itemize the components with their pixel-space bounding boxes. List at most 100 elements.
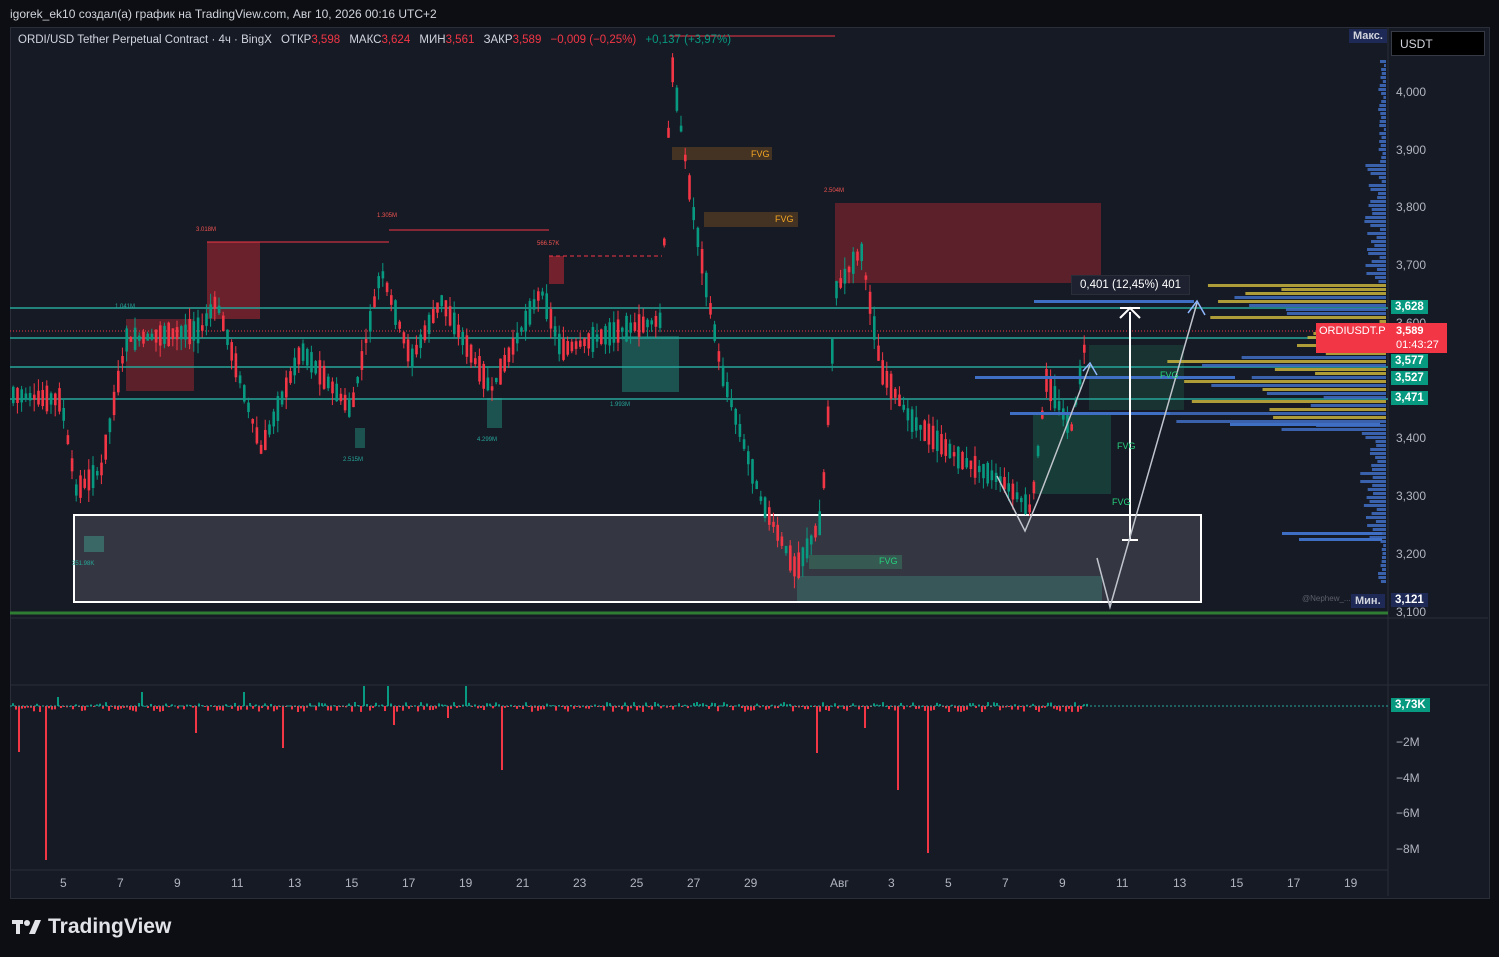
- date-label: 9: [1059, 876, 1066, 890]
- volume-delta-bar: [288, 705, 290, 707]
- volume-profile-bar: [1365, 164, 1386, 167]
- volume-profile-bar: [1366, 496, 1386, 499]
- close-label: ЗАКР: [483, 34, 513, 46]
- candle-body: [570, 341, 574, 352]
- volume-delta-bar: [540, 706, 542, 710]
- volume-delta-bar: [156, 706, 158, 709]
- candle-body: [66, 435, 70, 445]
- volume-profile-bar: [1380, 76, 1386, 79]
- volume-delta-bar: [336, 706, 338, 711]
- volume-delta-bar: [846, 706, 848, 711]
- chart-canvas[interactable]: [0, 0, 1499, 957]
- date-label: 5: [60, 876, 67, 890]
- price-label: 4,000: [1396, 85, 1427, 99]
- volume-tag: 2.504M: [824, 188, 845, 194]
- candle-body: [41, 390, 44, 407]
- volume-delta-bar: [219, 706, 221, 710]
- volume-delta-bar: [348, 703, 350, 706]
- volume-profile-bar: [1367, 488, 1386, 491]
- candle-body: [360, 351, 364, 370]
- candle-body: [1057, 401, 1061, 411]
- candle-body: [986, 462, 989, 484]
- candle-body: [234, 353, 238, 378]
- volume-profile-bar: [1286, 312, 1386, 315]
- volume-profile-bar: [1382, 552, 1386, 555]
- volume-tag: 1.993M: [610, 402, 631, 408]
- candle-body: [217, 305, 221, 314]
- candle-body: [915, 417, 918, 431]
- symbol-legend: ORDI/USD Tether Perpetual Contract · 4ч …: [18, 34, 731, 46]
- volume-delta-bar: [963, 706, 965, 711]
- candle-body: [209, 304, 212, 319]
- volume-delta-bar: [732, 706, 734, 711]
- volume-delta-bar: [720, 705, 722, 707]
- volume-delta-bar: [654, 702, 656, 706]
- volume-delta-bar: [237, 706, 239, 711]
- candle-body: [348, 398, 351, 417]
- candle-body: [478, 355, 481, 382]
- volume-delta-bar: [603, 706, 605, 711]
- volume-profile-bar: [1315, 372, 1386, 375]
- candle-body: [423, 325, 427, 341]
- candle-body: [885, 370, 889, 388]
- volume-profile-bar: [1378, 572, 1386, 575]
- volume-delta-bar: [765, 706, 767, 710]
- candle-body: [62, 407, 65, 421]
- candle-body: [511, 338, 515, 355]
- candle-body: [944, 439, 947, 456]
- candle-body: [503, 354, 506, 372]
- volume-profile-bar: [1366, 272, 1386, 275]
- volume-delta-bar: [324, 703, 326, 706]
- volume-profile-bar: [1299, 538, 1382, 541]
- volume-tag: 566.57K: [537, 241, 560, 247]
- volume-delta-bar: [360, 706, 362, 712]
- volume-delta-bar: [303, 706, 305, 712]
- volume-delta-bar: [723, 702, 725, 706]
- volume-profile-bar: [1367, 524, 1386, 527]
- candle-body: [205, 313, 208, 326]
- volume-profile-bar: [1363, 504, 1386, 507]
- volume-delta-bar: [897, 706, 899, 790]
- candle-body: [482, 363, 485, 389]
- open-value: 3,598: [311, 34, 341, 46]
- candle-body: [381, 271, 385, 279]
- volume-delta-bar: [537, 706, 539, 711]
- volume-profile-bar: [1378, 280, 1386, 283]
- volume-profile-bar: [1010, 412, 1170, 415]
- volume-profile-bar: [1368, 252, 1386, 255]
- volume-profile-bar: [1241, 356, 1386, 359]
- volume-tag: 351.98K: [72, 561, 95, 567]
- volume-delta-bar: [588, 706, 590, 709]
- volume-delta-bar: [876, 704, 878, 706]
- candle-body: [301, 343, 305, 361]
- candle-body: [142, 331, 145, 344]
- candle-body: [402, 332, 406, 344]
- candle-body: [184, 324, 187, 340]
- volume-delta-bar: [135, 706, 137, 712]
- candle-body: [990, 470, 994, 481]
- volume-profile-bar: [1380, 580, 1386, 583]
- candle-body: [293, 357, 296, 376]
- fvg-label: FVG: [879, 556, 898, 566]
- volume-profile-bar: [1381, 72, 1386, 75]
- candle-body: [16, 387, 19, 404]
- volume-delta-bar: [753, 706, 755, 711]
- price-label: 3,700: [1396, 258, 1427, 272]
- volume-delta-bar: [1020, 706, 1022, 707]
- min-value-tag: 3,121: [1391, 593, 1428, 607]
- candle-body: [343, 394, 347, 411]
- volume-profile-bar: [1371, 260, 1386, 263]
- candle-body: [419, 334, 422, 348]
- candle-body: [1045, 368, 1048, 392]
- currency-selector[interactable]: USDT: [1391, 31, 1485, 56]
- candle-body: [394, 300, 397, 325]
- volume-delta-bar: [300, 706, 302, 709]
- candle-body: [772, 521, 775, 527]
- candle-body: [339, 393, 343, 402]
- candle-body: [486, 377, 490, 391]
- tradingview-logo[interactable]: TradingView: [12, 915, 171, 939]
- candle-body: [264, 429, 267, 451]
- candle-body: [831, 339, 834, 364]
- volume-delta-bar: [273, 706, 275, 712]
- volume-delta-bar: [528, 706, 530, 707]
